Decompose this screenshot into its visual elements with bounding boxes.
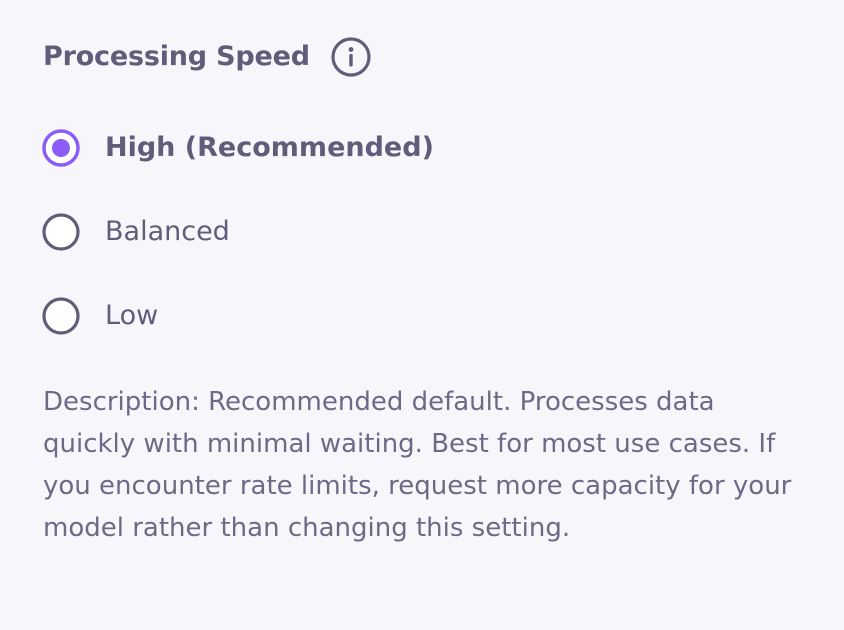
radio-label-high: High (Recommended) [105,132,434,163]
info-icon[interactable] [330,36,372,78]
radio-button-high[interactable] [42,129,80,167]
radio-label-balanced: Balanced [105,216,230,247]
radio-button-balanced[interactable] [42,213,80,251]
radio-option-low[interactable]: Low [42,294,434,338]
radio-option-balanced[interactable]: Balanced [42,210,434,254]
radio-option-high[interactable]: High (Recommended) [42,126,434,170]
section-title: Processing Speed [43,41,310,72]
processing-speed-panel: Processing Speed High (Recommended) Bala… [0,0,844,630]
section-header: Processing Speed [43,36,372,78]
processing-speed-radio-group: High (Recommended) Balanced Low [42,126,434,378]
option-description: Description: Recommended default. Proces… [43,387,792,543]
radio-label-low: Low [105,300,159,331]
radio-button-low[interactable] [42,297,80,335]
